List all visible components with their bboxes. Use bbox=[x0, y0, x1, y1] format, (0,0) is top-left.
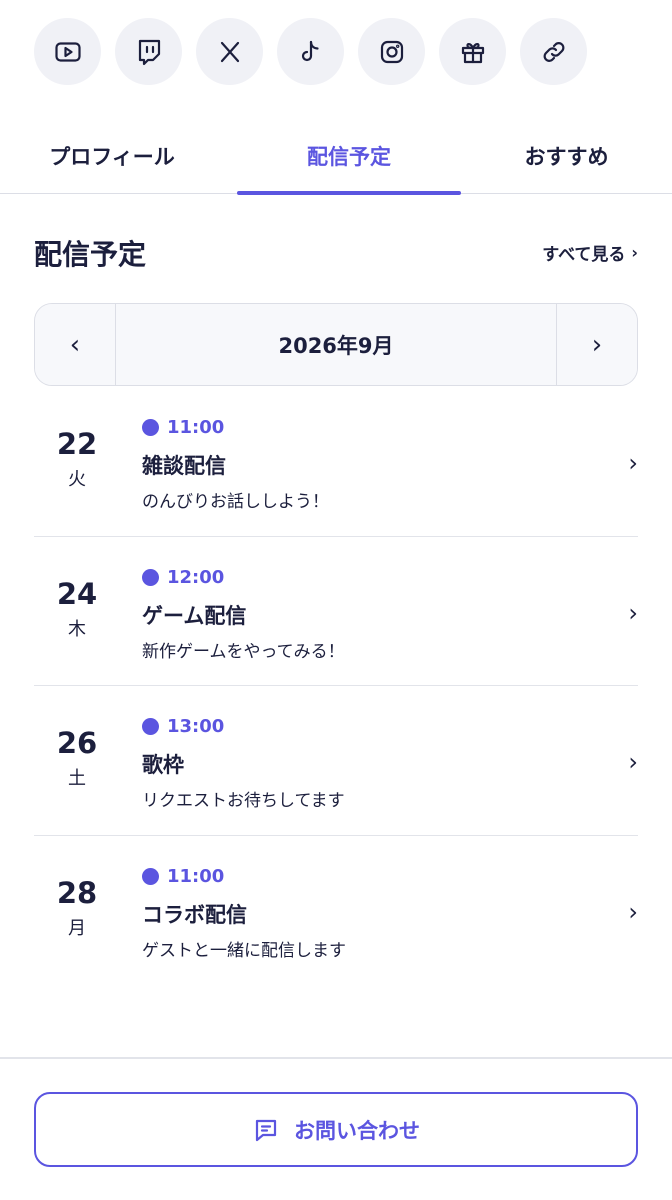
gift-button[interactable] bbox=[439, 18, 506, 85]
tab-bar: プロフィール 配信予定 おすすめ bbox=[0, 118, 672, 195]
chevron-right-icon: › bbox=[628, 449, 638, 477]
chevron-right-icon: › bbox=[628, 897, 638, 926]
twitch-icon bbox=[138, 39, 160, 65]
month-label: 2026年9月 bbox=[116, 304, 556, 385]
tiktok-icon bbox=[301, 40, 319, 61]
contact-button[interactable]: お問い合わせ bbox=[34, 1092, 638, 1167]
event-time-row: 13:00 bbox=[142, 716, 345, 737]
event-time: 11:00 bbox=[167, 417, 225, 438]
event-time: 12:00 bbox=[167, 566, 225, 588]
event-time: 13:00 bbox=[167, 716, 225, 737]
event-description: 新作ゲームをやってみる！ bbox=[142, 641, 345, 662]
month-navigator: ‹ 2026年9月 › bbox=[34, 303, 638, 386]
event-weekday: 木 bbox=[68, 618, 86, 640]
gift-icon bbox=[461, 42, 484, 63]
chat-icon bbox=[255, 1119, 277, 1141]
link-button[interactable] bbox=[520, 18, 587, 85]
event-date: 24 木 bbox=[34, 577, 120, 641]
event-description: のんびりお話ししよう！ bbox=[142, 492, 329, 512]
chevron-right-icon: › bbox=[628, 598, 638, 627]
see-all-label: すべて見る bbox=[542, 245, 626, 265]
event-weekday: 火 bbox=[68, 469, 86, 490]
event-weekday: 土 bbox=[68, 768, 86, 789]
see-all-link[interactable]: すべて見る › bbox=[542, 240, 638, 265]
footer-divider bbox=[0, 1057, 672, 1059]
status-dot-icon bbox=[142, 568, 159, 586]
tab-schedule[interactable]: 配信予定 bbox=[237, 118, 461, 195]
youtube-icon bbox=[54, 41, 81, 62]
event-date: 26 土 bbox=[34, 726, 120, 790]
section-title: 配信予定 bbox=[34, 238, 147, 271]
event-description: ゲストと一緒に配信します bbox=[142, 940, 346, 961]
status-dot-icon bbox=[142, 867, 159, 885]
event-weekday: 月 bbox=[68, 917, 86, 939]
instagram-icon bbox=[380, 40, 403, 63]
event-time-row: 11:00 bbox=[142, 417, 329, 438]
event-item[interactable]: 28 月 11:00 コラボ配信 ゲストと一緒に配信します › bbox=[34, 836, 638, 986]
event-day: 26 bbox=[56, 726, 98, 760]
tab-recommended[interactable]: おすすめ bbox=[461, 118, 672, 193]
next-month-button[interactable]: › bbox=[556, 304, 637, 385]
event-info: 12:00 ゲーム配信 新作ゲームをやってみる！ bbox=[142, 567, 345, 662]
prev-month-button[interactable]: ‹ bbox=[35, 304, 116, 385]
event-title: ゲーム配信 bbox=[142, 603, 247, 628]
event-day: 22 bbox=[56, 427, 98, 461]
status-dot-icon bbox=[142, 419, 159, 436]
status-dot-icon bbox=[142, 718, 159, 735]
event-title: 雑談配信 bbox=[142, 454, 226, 478]
event-item[interactable]: 22 火 11:00 雑談配信 のんびりお話ししよう！ › bbox=[34, 387, 638, 537]
link-icon bbox=[543, 41, 564, 62]
chevron-right-icon: › bbox=[631, 243, 638, 262]
instagram-button[interactable] bbox=[358, 18, 425, 85]
event-info: 11:00 コラボ配信 ゲストと一緒に配信します bbox=[142, 866, 346, 961]
event-item[interactable]: 26 土 13:00 歌枠 リクエストお待ちしてます › bbox=[34, 686, 638, 836]
chevron-right-icon: › bbox=[628, 748, 638, 776]
tab-profile[interactable]: プロフィール bbox=[0, 118, 224, 193]
event-item[interactable]: 24 木 12:00 ゲーム配信 新作ゲームをやってみる！ › bbox=[34, 537, 638, 686]
x-button[interactable] bbox=[196, 18, 263, 85]
event-day: 28 bbox=[56, 875, 98, 910]
event-time-row: 11:00 bbox=[142, 866, 346, 887]
event-info: 13:00 歌枠 リクエストお待ちしてます bbox=[142, 716, 345, 811]
event-list: 22 火 11:00 雑談配信 のんびりお話ししよう！ › 24 木 12:00… bbox=[34, 387, 638, 985]
event-time-row: 12:00 bbox=[142, 567, 345, 588]
tiktok-button[interactable] bbox=[277, 18, 344, 85]
twitch-button[interactable] bbox=[115, 18, 182, 85]
event-title: コラボ配信 bbox=[142, 902, 247, 927]
event-info: 11:00 雑談配信 のんびりお話ししよう！ bbox=[142, 417, 329, 512]
event-date: 28 月 bbox=[34, 876, 120, 940]
event-date: 22 火 bbox=[34, 427, 120, 491]
event-day: 24 bbox=[56, 576, 98, 611]
event-title: 歌枠 bbox=[142, 753, 184, 777]
x-icon bbox=[220, 41, 239, 62]
event-time: 11:00 bbox=[167, 865, 225, 887]
youtube-button[interactable] bbox=[34, 18, 101, 85]
event-description: リクエストお待ちしてます bbox=[142, 791, 345, 811]
contact-label: お問い合わせ bbox=[294, 1118, 420, 1143]
social-links bbox=[34, 18, 587, 85]
